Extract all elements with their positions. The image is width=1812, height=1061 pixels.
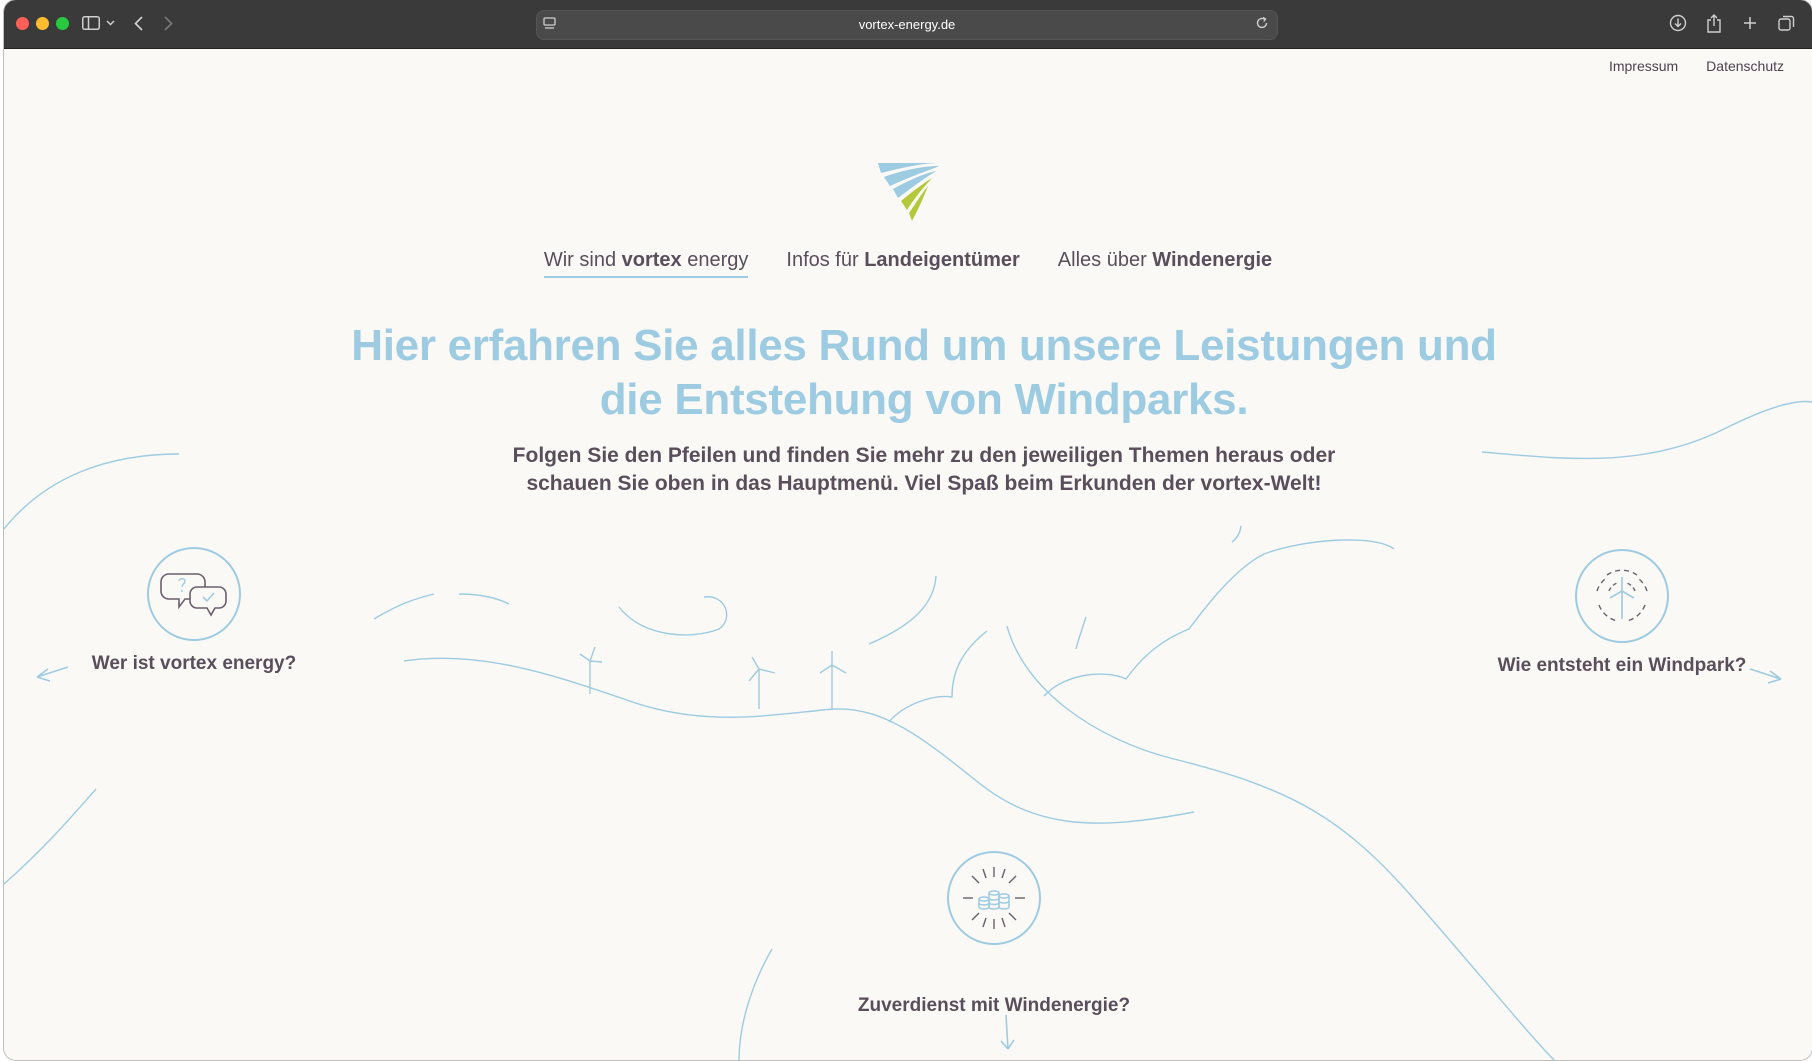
hero-subline: Folgen Sie den Pfeilen und finden Sie me… bbox=[424, 442, 1424, 498]
teaser-wer-ist-vortex-label: Wer ist vortex energy? bbox=[91, 653, 297, 674]
nav-item-wir-sind[interactable]: Wir sind vortex energy bbox=[543, 249, 749, 278]
arrow-right-icon[interactable] bbox=[1748, 661, 1784, 685]
nav-item-wir-sind-prefix: Wir sind bbox=[543, 249, 617, 271]
share-icon[interactable] bbox=[1704, 12, 1724, 34]
arrow-left-icon[interactable] bbox=[34, 659, 70, 683]
tab-overview-icon[interactable] bbox=[1776, 12, 1796, 34]
arrow-down-icon[interactable] bbox=[998, 1013, 1018, 1053]
forward-icon[interactable] bbox=[160, 12, 176, 34]
downloads-icon[interactable] bbox=[1668, 12, 1688, 34]
datenschutz-link[interactable]: Datenschutz bbox=[1706, 58, 1784, 74]
main-nav: Wir sind vortex energy Infos für Landeig… bbox=[4, 249, 1812, 278]
minimize-window-button[interactable] bbox=[36, 17, 49, 30]
fullscreen-window-button[interactable] bbox=[56, 17, 69, 30]
nav-item-wir-sind-suffix: energy bbox=[687, 249, 749, 271]
nav-item-windenergie[interactable]: Alles über Windenergie bbox=[1058, 249, 1272, 278]
hero-headline-line-2: die Entstehung von Windparks. bbox=[599, 375, 1249, 424]
nav-item-wir-sind-bold: vortex bbox=[621, 249, 682, 271]
teaser-zuverdienst[interactable]: Zuverdienst mit Windenergie? bbox=[844, 851, 1144, 1017]
nav-item-windenergie-bold: Windenergie bbox=[1152, 249, 1273, 271]
teaser-wer-ist-vortex[interactable]: Wer ist vortex energy? bbox=[84, 547, 304, 675]
teaser-zuverdienst-label: Zuverdienst mit Windenergie? bbox=[857, 995, 1131, 1016]
url-text: vortex-energy.de bbox=[858, 17, 956, 32]
top-utility-links: Impressum Datenschutz bbox=[1609, 58, 1784, 74]
reload-icon[interactable] bbox=[1255, 16, 1269, 35]
nav-item-landeigentuemer-bold: Landeigentümer bbox=[864, 249, 1020, 271]
speech-bubbles-icon bbox=[147, 547, 241, 641]
coins-icon bbox=[947, 851, 1041, 945]
hero-headline-line-1: Hier erfahren Sie alles Rund um unsere L… bbox=[351, 321, 1497, 370]
teaser-wie-entsteht-windpark[interactable]: Wie entsteht ein Windpark? bbox=[1492, 549, 1752, 677]
address-bar[interactable]: vortex-energy.de bbox=[536, 10, 1278, 40]
browser-toolbar: vortex-energy.de bbox=[4, 0, 1812, 49]
hero-subline-line-1: Folgen Sie den Pfeilen und finden Sie me… bbox=[512, 444, 1336, 467]
vortex-logo[interactable] bbox=[876, 161, 942, 232]
chevron-down-icon[interactable] bbox=[104, 12, 116, 34]
hero-subline-line-2: schauen Sie oben in das Hauptmenü. Viel … bbox=[526, 472, 1322, 495]
page-content: Impressum Datenschutz Wir sind vortex en… bbox=[4, 49, 1812, 1060]
sidebar-toggle-icon[interactable] bbox=[80, 12, 102, 34]
browser-window: vortex-energy.de Impressum Datenschutz W… bbox=[4, 0, 1812, 1060]
nav-item-landeigentuemer-prefix: Infos für bbox=[786, 249, 859, 271]
vortex-logo-icon bbox=[878, 163, 940, 221]
back-icon[interactable] bbox=[130, 12, 146, 34]
nav-item-windenergie-prefix: Alles über bbox=[1057, 249, 1147, 271]
nav-item-landeigentuemer[interactable]: Infos für Landeigentümer bbox=[786, 249, 1019, 278]
hero-headline: Hier erfahren Sie alles Rund um unsere L… bbox=[304, 319, 1544, 427]
new-tab-icon[interactable] bbox=[1740, 12, 1760, 34]
impressum-link[interactable]: Impressum bbox=[1609, 58, 1678, 74]
teaser-wie-entsteht-windpark-label: Wie entsteht ein Windpark? bbox=[1497, 655, 1747, 676]
windpark-icon bbox=[1575, 549, 1669, 643]
close-window-button[interactable] bbox=[16, 17, 29, 30]
